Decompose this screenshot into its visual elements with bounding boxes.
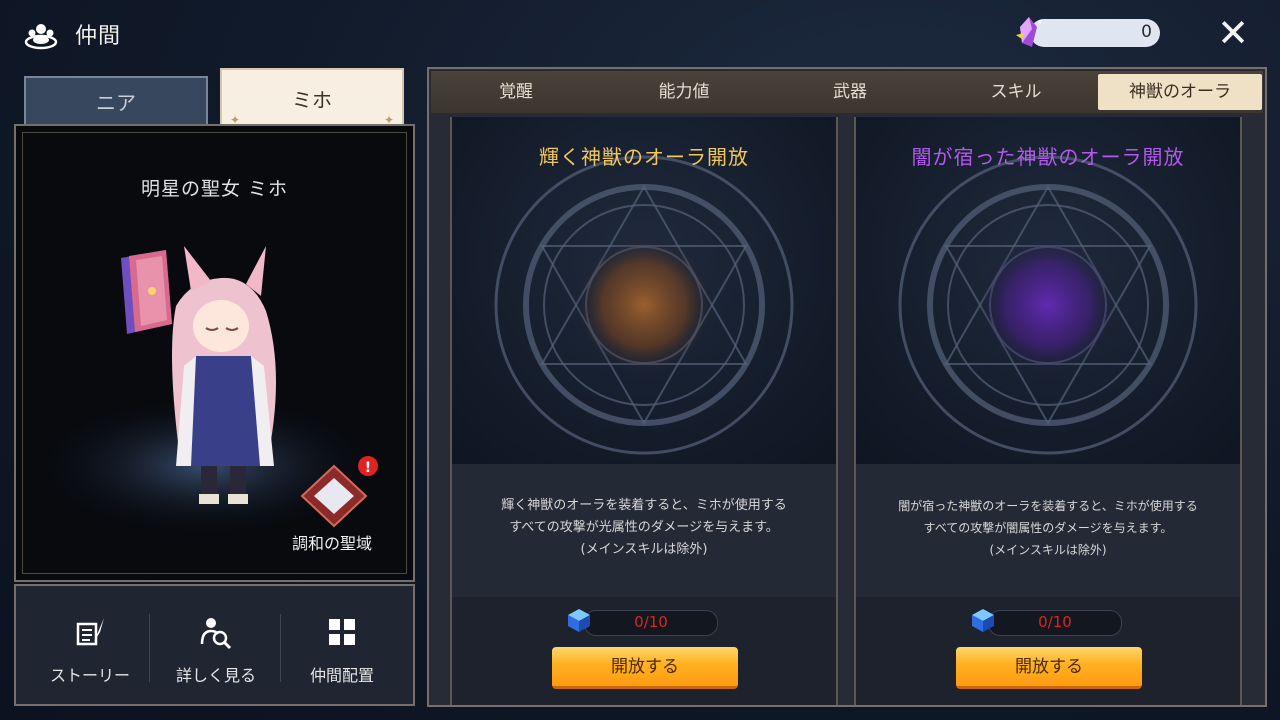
crystal-icon bbox=[1012, 15, 1046, 49]
aura-card-light: 輝く神獣のオーラ開放 輝く神獣のオーラを装着すると、ミホが使用する すべての攻撃… bbox=[450, 117, 838, 705]
book-icon bbox=[121, 250, 172, 334]
desc-line: (メインスキルは除外) bbox=[580, 542, 708, 557]
desc-line: すべての攻撃が光属性のダメージを与えます。 bbox=[509, 520, 779, 535]
quill-scroll-icon bbox=[76, 618, 104, 646]
desc-line: すべての攻撃が闇属性のダメージを与えます。 bbox=[923, 521, 1173, 535]
material-progress-bar: 0/10 bbox=[584, 610, 718, 636]
char-tab-label: ニア bbox=[96, 91, 136, 115]
tab-skill[interactable]: スキル bbox=[933, 71, 1099, 113]
tab-divine-beast-aura[interactable]: 神獣のオーラ bbox=[1098, 74, 1262, 110]
char-tab-nia[interactable]: ニア bbox=[24, 76, 208, 126]
aura-description: 闇が宿った神獣のオーラを装着すると、ミホが使用する すべての攻撃が闇属性のダメー… bbox=[872, 495, 1224, 561]
friends-icon bbox=[24, 18, 58, 52]
person-search-icon bbox=[200, 618, 232, 650]
cube-material-icon bbox=[970, 607, 996, 633]
character-panel: 明星の聖女 ミホ ! 調和の聖域 bbox=[14, 124, 415, 582]
detail-panel: 覚醒 能力値 武器 スキル 神獣のオーラ 輝く神獣のオーラ開放 輝く神獣のオーラ… bbox=[427, 67, 1267, 707]
aura-title-light: 輝く神獣のオーラ開放 bbox=[539, 145, 749, 169]
story-label: ストーリー bbox=[49, 666, 130, 685]
details-button[interactable]: 詳しく見る bbox=[152, 606, 280, 696]
currency-value: 0 bbox=[1141, 22, 1152, 42]
char-tab-label: ミホ bbox=[292, 88, 332, 112]
char-tab-miho[interactable]: ✦ ミホ ✦ bbox=[220, 68, 404, 127]
aura-card-dark: 闇が宿った神獣のオーラ開放 闇が宿った神獣のオーラを装着すると、ミホが使用する … bbox=[854, 117, 1242, 705]
desc-line: (メインスキルは除外) bbox=[989, 543, 1107, 557]
character-name: 明星の聖女 ミホ bbox=[140, 178, 289, 200]
material-progress-bar: 0/10 bbox=[988, 610, 1122, 636]
divider bbox=[149, 614, 150, 682]
details-label: 詳しく見る bbox=[175, 666, 256, 685]
tab-stats[interactable]: 能力値 bbox=[601, 71, 767, 113]
tab-awakening[interactable]: 覚醒 bbox=[431, 71, 601, 113]
character-portrait: ! bbox=[36, 246, 378, 536]
tab-bar: 覚醒 能力値 武器 スキル 神獣のオーラ bbox=[431, 71, 1263, 113]
desc-line: 輝く神獣のオーラを装着すると、ミホが使用する bbox=[501, 498, 787, 513]
unlock-button-light[interactable]: 開放する bbox=[552, 647, 738, 689]
close-button[interactable]: ✕ bbox=[1214, 14, 1252, 52]
sanctuary-label[interactable]: 調和の聖域 bbox=[292, 530, 372, 554]
progress-value: 0/10 bbox=[634, 613, 668, 631]
svg-text:!: ! bbox=[365, 460, 371, 476]
progress-value: 0/10 bbox=[1038, 613, 1072, 631]
cube-material-icon bbox=[566, 607, 592, 633]
story-button[interactable]: ストーリー bbox=[26, 606, 154, 696]
page-title: 仲間 bbox=[75, 24, 122, 49]
unlock-button-dark[interactable]: 開放する bbox=[956, 647, 1142, 689]
currency-display: 0 bbox=[1030, 19, 1160, 47]
grid-icon bbox=[329, 619, 355, 645]
action-panel: ストーリー 詳しく見る 仲間配置 bbox=[14, 584, 415, 706]
aura-title-dark: 闇が宿った神獣のオーラ開放 bbox=[911, 145, 1185, 169]
tab-weapon[interactable]: 武器 bbox=[767, 71, 933, 113]
aura-description: 輝く神獣のオーラを装着すると、ミホが使用する すべての攻撃が光属性のダメージを与… bbox=[468, 495, 820, 561]
desc-line: 闇が宿った神獣のオーラを装着すると、ミホが使用する bbox=[898, 499, 1198, 513]
placement-label: 仲間配置 bbox=[309, 666, 374, 685]
placement-button[interactable]: 仲間配置 bbox=[278, 606, 406, 696]
